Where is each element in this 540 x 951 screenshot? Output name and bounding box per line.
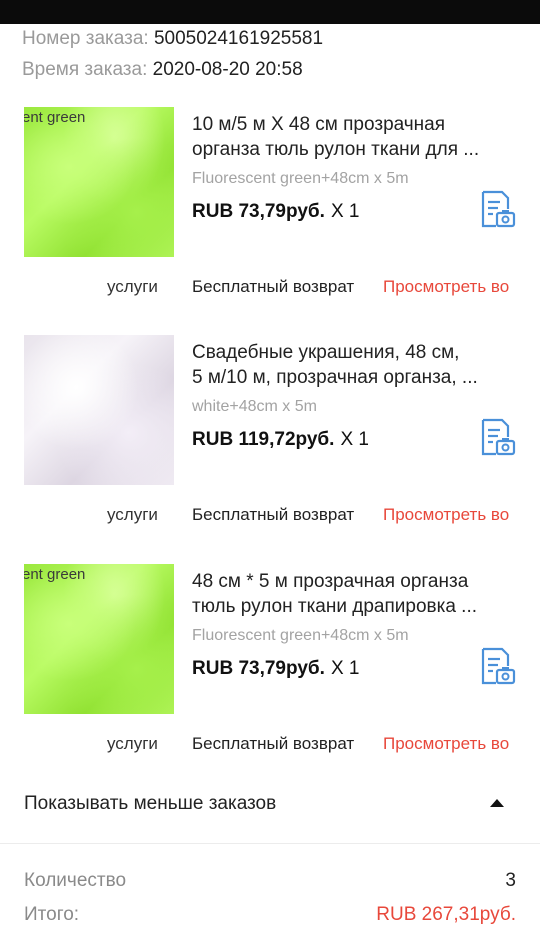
free-return-badge: Бесплатный возврат <box>192 734 355 753</box>
order-item[interactable]: Свадебные украшения, 48 см, 5 м/10 м, пр… <box>0 335 540 563</box>
status-bar <box>0 0 540 24</box>
product-thumbnail[interactable] <box>24 335 174 485</box>
view-return-link[interactable]: Просмотреть во <box>383 734 517 754</box>
total-value: RUB 267,31руб. <box>376 904 516 925</box>
product-price: RUB 73,79руб. X 1 <box>192 658 359 680</box>
order-time-label: Время заказа: <box>22 59 148 80</box>
order-time-value: 2020-08-20 20:58 <box>152 59 303 80</box>
order-time: Время заказа: 2020-08-20 20:58 <box>22 59 303 81</box>
free-return-badge: Бесплатный возврат <box>192 277 355 296</box>
divider <box>0 843 540 844</box>
product-thumbnail[interactable]: ent green <box>24 564 174 714</box>
product-price: RUB 73,79руб. X 1 <box>192 201 359 223</box>
product-title[interactable]: 10 м/5 м X 48 см прозрачная органза тюль… <box>192 112 517 162</box>
free-return-badge: Бесплатный возврат <box>192 505 355 524</box>
order-snapshot-icon[interactable] <box>478 646 516 686</box>
order-item[interactable]: ent green 10 м/5 м X 48 см прозрачная ор… <box>0 107 540 335</box>
product-thumbnail[interactable]: ent green <box>24 107 174 257</box>
thumbnail-caption: ent green <box>24 566 86 583</box>
quantity-value: 3 <box>505 870 516 891</box>
product-title[interactable]: 48 см * 5 м прозрачная органза тюль руло… <box>192 569 517 619</box>
quantity-text: X 1 <box>330 658 360 679</box>
quantity-label: Количество <box>24 870 127 891</box>
order-number-value: 5005024161925581 <box>153 28 324 49</box>
total-label: Итого: <box>24 904 80 925</box>
price-value: RUB 119,72руб. <box>192 429 335 450</box>
quantity-text: X 1 <box>330 201 360 222</box>
order-snapshot-icon[interactable] <box>478 189 516 229</box>
product-title[interactable]: Свадебные украшения, 48 см, 5 м/10 м, пр… <box>192 340 517 390</box>
order-number: Номер заказа: 5005024161925581 <box>22 28 323 50</box>
caret-up-icon[interactable] <box>490 799 504 807</box>
order-number-label: Номер заказа: <box>22 28 149 49</box>
order-item[interactable]: ent green 48 см * 5 м прозрачная органза… <box>0 564 540 792</box>
services-label: услуги <box>107 734 158 753</box>
order-snapshot-icon[interactable] <box>478 417 516 457</box>
price-value: RUB 73,79руб. <box>192 658 325 679</box>
product-variant: Fluorescent green+48cm x 5m <box>192 170 409 187</box>
services-label: услуги <box>107 505 158 524</box>
view-return-link[interactable]: Просмотреть во <box>383 277 517 297</box>
view-return-link[interactable]: Просмотреть во <box>383 505 517 525</box>
quantity-text: X 1 <box>340 429 369 450</box>
product-variant: Fluorescent green+48cm x 5m <box>192 627 409 644</box>
product-price: RUB 119,72руб. X 1 <box>192 429 369 451</box>
product-variant: white+48cm x 5m <box>192 398 317 415</box>
services-label: услуги <box>107 277 158 296</box>
show-fewer-orders-button[interactable]: Показывать меньше заказов <box>24 793 276 815</box>
price-value: RUB 73,79руб. <box>192 201 325 222</box>
thumbnail-caption: ent green <box>24 109 86 126</box>
